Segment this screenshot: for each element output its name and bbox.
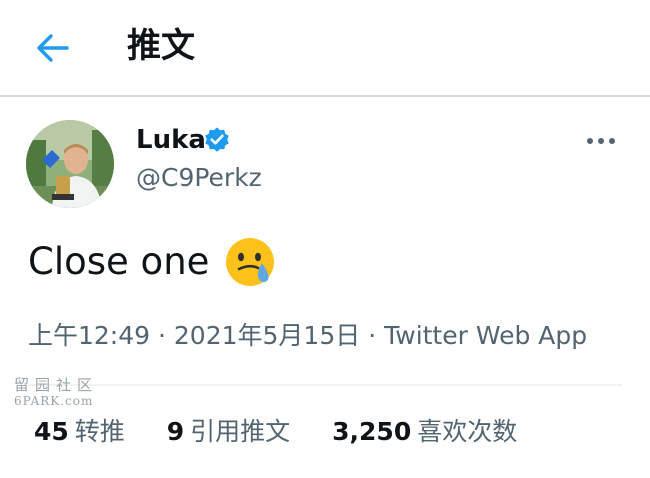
meta-separator: · xyxy=(158,321,166,350)
like-count-link[interactable]: 3,250 喜欢次数 xyxy=(332,414,517,450)
meta-separator: · xyxy=(368,321,377,350)
retweet-count: 45 xyxy=(34,417,69,446)
tweet-meta: 上午12:49 · 2021年5月15日 · Twitter Web App xyxy=(28,318,587,354)
tweet-time[interactable]: 上午12:49 xyxy=(28,321,150,350)
page-title: 推文 xyxy=(127,26,195,66)
back-arrow-icon xyxy=(37,34,69,62)
quote-count: 9 xyxy=(166,417,185,446)
avatar[interactable] xyxy=(26,120,114,208)
crying-face-emoji-icon xyxy=(226,238,274,286)
engagement-stats: 45 转推 9 引用推文 3,250 喜欢次数 xyxy=(34,414,551,450)
avatar-photo xyxy=(26,120,114,208)
back-button[interactable] xyxy=(30,26,74,70)
quote-count-link[interactable]: 9 引用推文 xyxy=(167,414,290,450)
more-dots-icon xyxy=(587,138,615,144)
verified-badge-icon xyxy=(205,127,229,152)
author-handle[interactable]: @C9Perkz xyxy=(136,160,262,196)
retweet-label: 转推 xyxy=(74,417,125,446)
watermark: 留园社区 6PARK.com xyxy=(14,376,98,408)
more-options-button[interactable] xyxy=(584,126,618,156)
watermark-en: 6PARK.com xyxy=(14,394,94,408)
header-divider xyxy=(0,95,650,97)
like-count: 3,250 xyxy=(332,417,412,446)
quote-label: 引用推文 xyxy=(190,417,291,446)
tweet-source-link[interactable]: Twitter Web App xyxy=(384,321,587,350)
tweet-text: Close one xyxy=(28,240,210,283)
watermark-cn: 留园社区 xyxy=(14,376,99,394)
like-label: 喜欢次数 xyxy=(417,417,518,446)
stats-divider xyxy=(28,384,622,386)
retweet-count-link[interactable]: 45 转推 xyxy=(34,414,125,450)
top-bar: 推文 xyxy=(0,0,650,96)
tweet-date[interactable]: 2021年5月15日 xyxy=(174,321,360,350)
author-display-name[interactable]: Luka xyxy=(136,122,206,158)
